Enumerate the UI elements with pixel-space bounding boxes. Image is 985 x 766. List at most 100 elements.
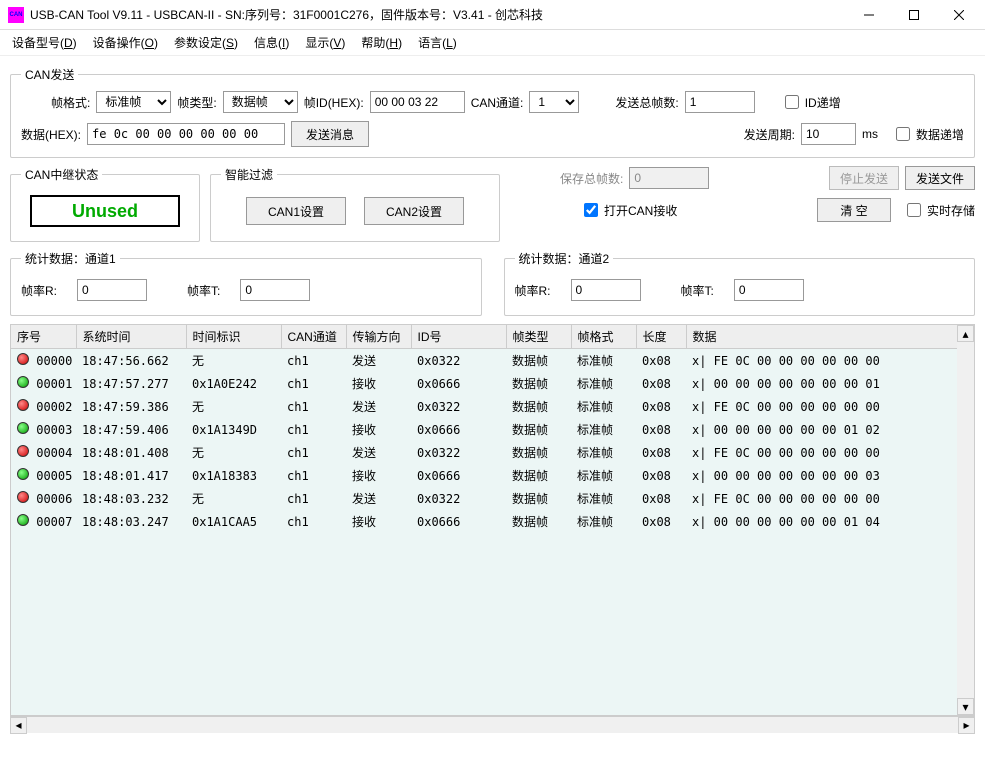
scroll-up-icon[interactable]: ▴ <box>957 325 974 342</box>
cell-id: 0x0322 <box>411 441 506 464</box>
can2-settings-button[interactable]: CAN2设置 <box>364 197 464 225</box>
table-row[interactable]: 0000018:47:56.662无ch1发送0x0322数据帧标准帧0x08x… <box>11 349 975 373</box>
cell-ftype: 数据帧 <box>506 464 571 487</box>
send-file-button[interactable]: 发送文件 <box>905 166 975 190</box>
th-dir[interactable]: 传输方向 <box>346 325 411 349</box>
cell-data: x| 00 00 00 00 00 00 00 01 <box>686 372 975 395</box>
cell-dir: 发送 <box>346 487 411 510</box>
clear-button[interactable]: 清 空 <box>817 198 891 222</box>
data-hex-label: 数据(HEX): <box>21 126 81 143</box>
frame-type-label: 帧类型: <box>177 94 216 111</box>
th-chan[interactable]: CAN通道 <box>281 325 346 349</box>
scroll-right-icon[interactable]: ▸ <box>958 717 975 734</box>
status-dot-icon <box>17 491 29 503</box>
cell-systime: 18:48:01.417 <box>76 464 186 487</box>
table-row[interactable]: 0000118:47:57.2770x1A0E242ch1接收0x0666数据帧… <box>11 372 975 395</box>
open-can-recv-checkbox[interactable] <box>584 203 598 217</box>
cell-len: 0x08 <box>636 418 686 441</box>
scroll-left-icon[interactable]: ◂ <box>10 717 27 734</box>
data-increment-checkbox[interactable] <box>896 127 910 141</box>
table-row[interactable]: 0000618:48:03.232无ch1发送0x0322数据帧标准帧0x08x… <box>11 487 975 510</box>
id-increment-label: ID递增 <box>805 94 841 111</box>
menu-v[interactable]: 显示(V) <box>299 31 351 54</box>
minimize-button[interactable] <box>846 0 891 29</box>
table-row[interactable]: 0000718:48:03.2470x1A1CAA5ch1接收0x0666数据帧… <box>11 510 975 533</box>
ch2-rate-r-input[interactable] <box>571 279 641 301</box>
th-timemark[interactable]: 时间标识 <box>186 325 281 349</box>
ms-label: ms <box>862 127 878 141</box>
cell-id: 0x0666 <box>411 510 506 533</box>
cell-data: x| 00 00 00 00 00 00 00 03 <box>686 464 975 487</box>
filter-group: 智能过滤 CAN1设置 CAN2设置 <box>210 166 500 242</box>
send-period-label: 发送周期: <box>744 126 795 143</box>
menu-s[interactable]: 参数设定(S) <box>168 31 244 54</box>
save-total-input <box>629 167 709 189</box>
cell-ftype: 数据帧 <box>506 418 571 441</box>
th-len[interactable]: 长度 <box>636 325 686 349</box>
th-systime[interactable]: 系统时间 <box>76 325 186 349</box>
table-row[interactable]: 0000318:47:59.4060x1A1349Dch1接收0x0666数据帧… <box>11 418 975 441</box>
table-row[interactable]: 0000518:48:01.4170x1A18383ch1接收0x0666数据帧… <box>11 464 975 487</box>
right-controls: 保存总帧数: 停止发送 发送文件 打开CAN接收 清 空 实时存储 <box>510 162 975 246</box>
close-button[interactable] <box>936 0 981 29</box>
app-icon: CAN <box>8 7 24 23</box>
realtime-save-checkbox[interactable] <box>907 203 921 217</box>
cell-dir: 接收 <box>346 418 411 441</box>
total-frames-label: 发送总帧数: <box>615 94 678 111</box>
th-data[interactable]: 数据 <box>686 325 975 349</box>
frame-type-select[interactable]: 数据帧 <box>223 91 298 113</box>
cell-ffmt: 标准帧 <box>571 487 636 510</box>
menu-d[interactable]: 设备型号(D) <box>6 31 83 54</box>
frame-format-select[interactable]: 标准帧 <box>96 91 171 113</box>
send-message-button[interactable]: 发送消息 <box>291 121 369 147</box>
cell-len: 0x08 <box>636 464 686 487</box>
realtime-save-label: 实时存储 <box>927 202 975 219</box>
cell-systime: 18:48:03.232 <box>76 487 186 510</box>
scroll-down-icon[interactable]: ▾ <box>957 698 974 715</box>
menu-i[interactable]: 信息(I) <box>248 31 295 54</box>
send-period-input[interactable] <box>801 123 856 145</box>
th-seq[interactable]: 序号 <box>11 325 76 349</box>
stats-ch2-legend: 统计数据：通道2 <box>515 250 614 267</box>
cell-len: 0x08 <box>636 510 686 533</box>
menu-h[interactable]: 帮助(H) <box>355 31 408 54</box>
cell-len: 0x08 <box>636 487 686 510</box>
data-hex-input[interactable] <box>87 123 285 145</box>
log-table-container[interactable]: 序号 系统时间 时间标识 CAN通道 传输方向 ID号 帧类型 帧格式 长度 数… <box>10 324 975 716</box>
cell-len: 0x08 <box>636 349 686 373</box>
maximize-button[interactable] <box>891 0 936 29</box>
table-row[interactable]: 0000418:48:01.408无ch1发送0x0322数据帧标准帧0x08x… <box>11 441 975 464</box>
cell-systime: 18:47:59.406 <box>76 418 186 441</box>
frame-id-input[interactable] <box>370 91 465 113</box>
cell-data: x| FE 0C 00 00 00 00 00 00 <box>686 395 975 418</box>
menu-l[interactable]: 语言(L) <box>412 31 463 54</box>
table-row[interactable]: 0000218:47:59.386无ch1发送0x0322数据帧标准帧0x08x… <box>11 395 975 418</box>
vertical-scrollbar[interactable]: ▴ ▾ <box>957 325 974 715</box>
th-ftype[interactable]: 帧类型 <box>506 325 571 349</box>
cell-ftype: 数据帧 <box>506 487 571 510</box>
status-dot-icon <box>17 399 29 411</box>
can-channel-select[interactable]: 1 <box>529 91 579 113</box>
total-frames-input[interactable] <box>685 91 755 113</box>
id-increment-checkbox[interactable] <box>785 95 799 109</box>
cell-chan: ch1 <box>281 372 346 395</box>
horizontal-scrollbar[interactable]: ◂ ▸ <box>10 716 975 733</box>
cell-dir: 发送 <box>346 395 411 418</box>
ch1-rate-t-input[interactable] <box>240 279 310 301</box>
cell-id: 0x0666 <box>411 372 506 395</box>
status-dot-icon <box>17 422 29 434</box>
th-ffmt[interactable]: 帧格式 <box>571 325 636 349</box>
ch1-rate-r-input[interactable] <box>77 279 147 301</box>
cell-systime: 18:47:59.386 <box>76 395 186 418</box>
cell-dir: 接收 <box>346 372 411 395</box>
cell-ffmt: 标准帧 <box>571 395 636 418</box>
can1-settings-button[interactable]: CAN1设置 <box>246 197 346 225</box>
cell-systime: 18:47:56.662 <box>76 349 186 373</box>
cell-ftype: 数据帧 <box>506 395 571 418</box>
th-id[interactable]: ID号 <box>411 325 506 349</box>
menu-o[interactable]: 设备操作(O) <box>87 31 164 54</box>
cell-timemark: 0x1A0E242 <box>186 372 281 395</box>
data-increment-label: 数据递增 <box>916 126 964 143</box>
ch2-rate-t-input[interactable] <box>734 279 804 301</box>
cell-chan: ch1 <box>281 349 346 373</box>
